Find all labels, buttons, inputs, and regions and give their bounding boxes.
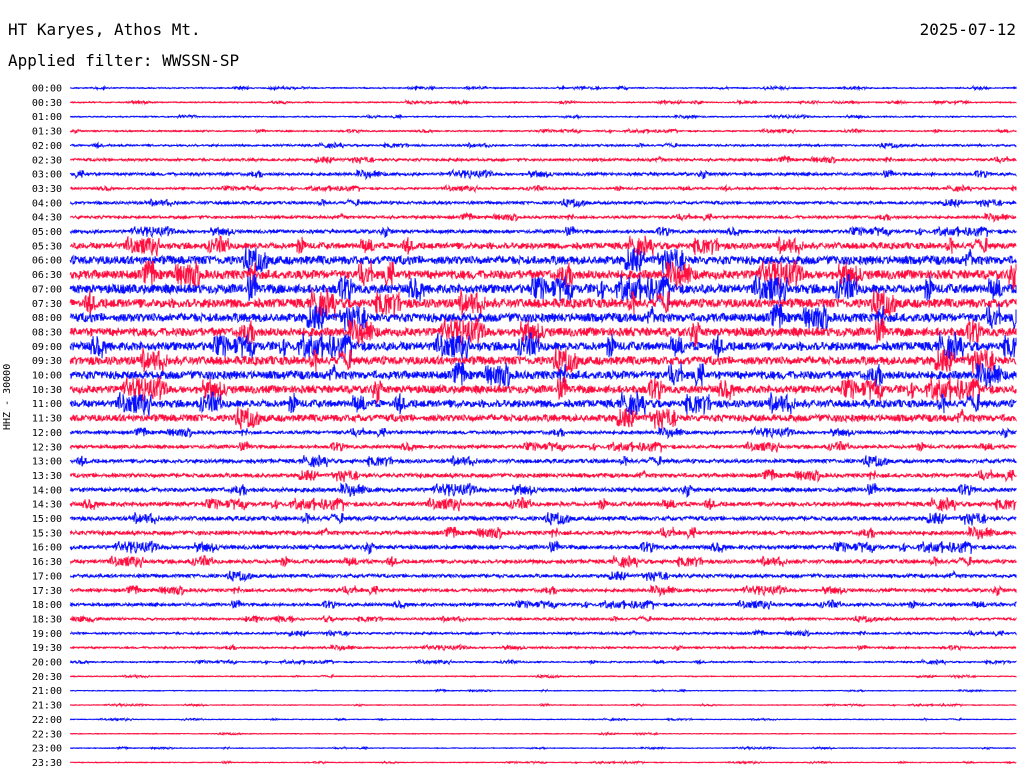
time-tick-label: 23:30 [32, 758, 62, 769]
trace-line [69, 540, 1017, 555]
trace-line [69, 599, 1017, 610]
time-tick-label: 11:00 [32, 399, 62, 410]
trace-line [69, 525, 1017, 541]
time-tick-label: 20:00 [32, 658, 62, 669]
trace-line [69, 154, 1017, 165]
trace-line [69, 84, 1017, 92]
channel-axis-label: HHZ - 30000 [2, 363, 13, 430]
trace-line [69, 183, 1017, 194]
trace-line [69, 688, 1017, 694]
time-tick-label: 17:00 [32, 571, 62, 582]
trace-line [70, 141, 1017, 150]
time-tick-label: 02:30 [32, 155, 62, 166]
time-tick-label: 15:00 [32, 514, 62, 525]
time-tick-label: 09:30 [32, 356, 62, 367]
time-tick-label: 18:00 [32, 600, 62, 611]
time-tick-label: 13:30 [32, 471, 62, 482]
time-tick-label: 21:00 [32, 686, 62, 697]
time-tick-label: 23:00 [32, 744, 62, 755]
trace-line [69, 98, 1017, 106]
time-tick-label: 19:00 [32, 629, 62, 640]
trace-line [69, 658, 1017, 666]
trace-line [69, 127, 1017, 135]
time-tick-label: 11:30 [32, 414, 62, 425]
trace-line [69, 225, 1017, 239]
time-tick-label: 04:00 [32, 198, 62, 209]
trace-line [69, 759, 1017, 766]
time-tick-label: 06:30 [32, 270, 62, 281]
time-tick-label: 05:00 [32, 227, 62, 238]
time-tick-label: 06:00 [32, 256, 62, 267]
time-tick-label: 16:00 [32, 543, 62, 554]
helicorder-chart: 00:00 00:30 01:00 01:30 02:00 02:30 03:00 03:30… [32, 84, 1017, 769]
time-tick-label: 14:30 [32, 500, 62, 511]
trace-line [69, 628, 1017, 638]
time-tick-label: 10:00 [32, 371, 62, 382]
trace-line [70, 673, 1017, 680]
trace-line [69, 235, 1017, 258]
time-tick-label: 20:30 [32, 672, 62, 683]
time-tick-label: 00:00 [32, 84, 62, 95]
trace-line [69, 702, 1017, 708]
time-tick-label: 05:30 [32, 241, 62, 252]
time-tick-label: 07:30 [32, 299, 62, 310]
time-tick-label: 04:30 [32, 213, 62, 224]
time-tick-label: 15:30 [32, 528, 62, 539]
time-tick-label: 01:30 [32, 127, 62, 138]
trace-line [69, 584, 1017, 598]
time-tick-label: 14:00 [32, 485, 62, 496]
time-tick-label: 03:30 [32, 184, 62, 195]
trace-line [69, 716, 1017, 723]
time-tick-label: 09:00 [32, 342, 62, 353]
trace-line [69, 113, 1017, 121]
trace-line [69, 347, 1017, 375]
time-tick-label: 01:00 [32, 112, 62, 123]
time-tick-label: 13:00 [32, 457, 62, 468]
time-tick-label: 17:30 [32, 586, 62, 597]
time-tick-label: 16:30 [32, 557, 62, 568]
trace-line [69, 569, 1017, 583]
time-tick-label: 07:00 [32, 284, 62, 295]
trace-line [69, 731, 1017, 737]
trace-line [69, 391, 1017, 417]
trace-line [69, 246, 1017, 275]
time-tick-label: 21:30 [32, 701, 62, 712]
trace-line [69, 168, 1017, 181]
trace-line [69, 317, 1017, 347]
trace-line [69, 614, 1017, 624]
trace-line [69, 745, 1017, 751]
trace-line [69, 497, 1017, 512]
trace-line [69, 512, 1017, 526]
time-tick-label: 19:30 [32, 643, 62, 654]
time-tick-label: 02:00 [32, 141, 62, 152]
time-tick-label: 10:30 [32, 385, 62, 396]
trace-line [69, 469, 1017, 483]
trace-line [69, 643, 1017, 652]
trace-line [69, 454, 1017, 468]
trace-line [69, 211, 1017, 223]
trace-line [69, 197, 1017, 209]
time-tick-label: 08:30 [32, 327, 62, 338]
trace-line [69, 425, 1017, 440]
time-tick-label: 18:30 [32, 614, 62, 625]
time-tick-label: 12:30 [32, 442, 62, 453]
time-tick-label: 12:00 [32, 428, 62, 439]
time-tick-label: 00:30 [32, 98, 62, 109]
trace-line [69, 555, 1017, 569]
trace-line [69, 482, 1017, 498]
time-tick-label: 08:00 [32, 313, 62, 324]
time-tick-label: 03:00 [32, 170, 62, 181]
time-tick-label: 22:00 [32, 715, 62, 726]
time-tick-label: 22:30 [32, 729, 62, 740]
trace-line [69, 440, 1017, 453]
